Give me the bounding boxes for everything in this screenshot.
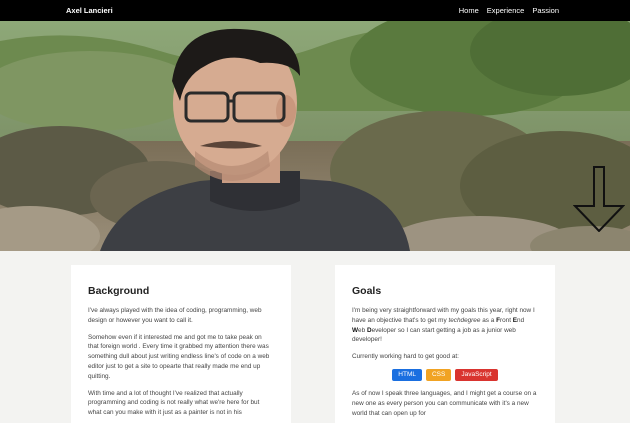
nav-link-experience[interactable]: Experience [487, 0, 525, 21]
background-paragraph-3: With time and a lot of thought I've real… [88, 389, 260, 417]
background-paragraph-1: I've always played with the idea of codi… [88, 307, 262, 324]
badge-javascript: JavaScript [455, 368, 498, 381]
goals-text: as a [480, 316, 497, 324]
nav-link-home[interactable]: Home [459, 0, 479, 21]
goals-card: Goals I'm being very straightforward wit… [335, 265, 555, 423]
skill-badges: HTML CSS JavaScript [352, 368, 538, 381]
badge-html: HTML [392, 368, 422, 381]
goals-text: eveloper so I can start getting a job as… [352, 326, 516, 344]
goals-paragraph-1: I'm being very straightforward with my g… [352, 306, 538, 345]
background-paragraph-2: Somehow even if it interested me and got… [88, 333, 270, 380]
hero-image [0, 21, 630, 251]
goals-text: ront [499, 316, 513, 324]
badge-css: CSS [425, 368, 452, 381]
top-navbar: Axel Lancieri Home Experience Passion [0, 0, 630, 21]
techdegree-emphasis: techdegree [448, 316, 481, 324]
goals-paragraph-2: Currently working hard to get good at: [352, 353, 459, 361]
brand-name[interactable]: Axel Lancieri [66, 0, 113, 21]
goals-title: Goals [352, 285, 382, 297]
background-title: Background [88, 285, 150, 297]
goals-paragraph-3: As of now I speak three languages, and I… [352, 389, 537, 417]
arrow-down-icon[interactable] [573, 166, 625, 232]
goals-text: nd [517, 316, 525, 324]
goals-text: eb [358, 326, 367, 334]
nav-links: Home Experience Passion [459, 0, 559, 21]
nav-link-passion[interactable]: Passion [532, 0, 559, 21]
hero-photo [0, 21, 630, 251]
background-card: Background I've always played with the i… [71, 265, 291, 423]
